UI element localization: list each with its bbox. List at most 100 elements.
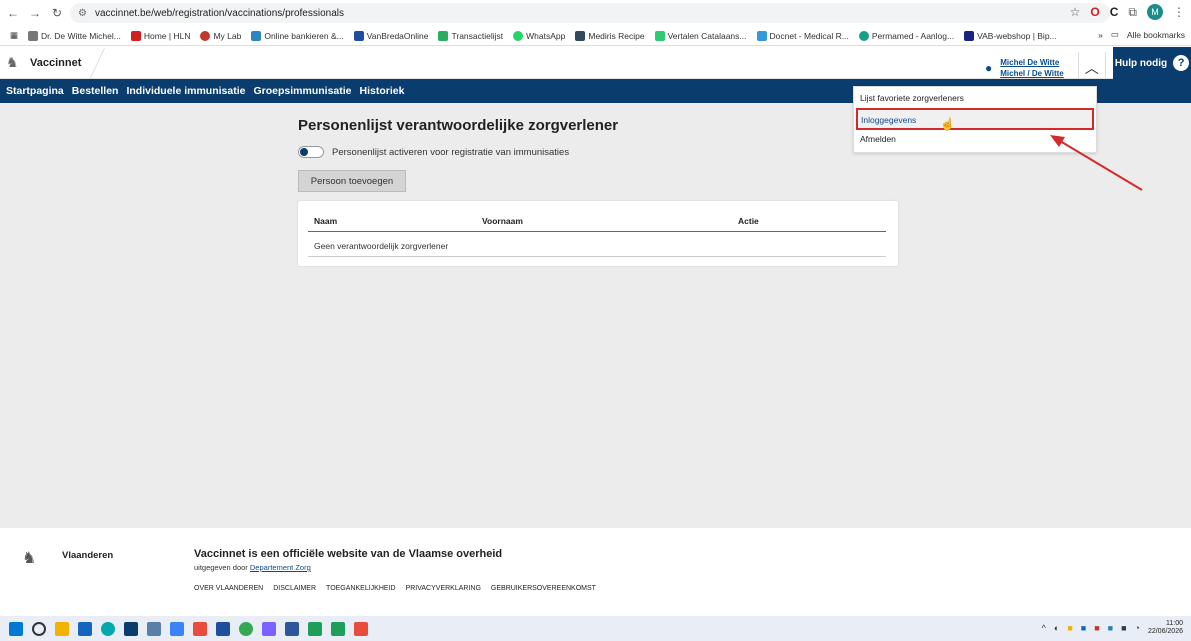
footer-subtitle: uitgegeven door Departement Zorg [194, 563, 311, 572]
footer-link[interactable]: TOEGANKELIJKHEID [326, 585, 396, 592]
app-icon[interactable] [285, 621, 299, 636]
bookmark-item[interactable]: Dr. De Witte Michel... [28, 30, 121, 41]
bookmark-item[interactable]: Docnet - Medical R... [756, 30, 849, 41]
chevron-up-icon[interactable]: ^ [1042, 623, 1046, 633]
activate-list-toggle[interactable] [298, 146, 324, 158]
bookmarks-bar: ▦ Dr. De Witte Michel... Home | HLN My L… [0, 26, 1191, 46]
forward-icon[interactable]: → [26, 6, 44, 20]
clock[interactable]: 11:00 22/06/2026 [1148, 620, 1183, 636]
tray-icon[interactable]: ■ [1094, 623, 1099, 633]
app-icon[interactable] [193, 621, 207, 636]
footer-region: Vlaanderen [62, 550, 114, 561]
header-divider [90, 47, 106, 78]
bookmark-item[interactable]: My Lab [200, 30, 241, 41]
bookmark-item[interactable]: Transactielijst [438, 30, 503, 41]
tray-icon[interactable]: ◐ [1054, 623, 1059, 633]
star-icon[interactable]: ☆ [1070, 5, 1081, 19]
site-header: ♞ Vaccinnet ● Michel De Witte Michel / D… [0, 47, 1191, 84]
app-icon[interactable] [78, 621, 92, 636]
table-row-divider [308, 256, 886, 257]
tray-icon[interactable]: ■ [1081, 623, 1086, 633]
apps-icon[interactable]: ▦ [10, 30, 18, 41]
user-role[interactable]: Michel / De Witte [1000, 68, 1064, 79]
help-button[interactable]: Hulp nodig ? [1113, 47, 1191, 79]
c-extension-icon[interactable]: C [1110, 5, 1119, 19]
menu-item-afmelden[interactable]: Afmelden [860, 134, 896, 144]
column-header-actie: Actie [738, 216, 759, 226]
footer-links: OVER VLAANDEREN DISCLAIMER TOEGANKELIJKH… [194, 585, 596, 592]
menu-item-inloggegevens-label: Inloggegevens [861, 115, 917, 125]
windows-start-icon[interactable] [9, 621, 23, 636]
flemish-lion-footer-icon: ♞ [22, 550, 37, 567]
menu-icon[interactable]: ⋮ [1173, 5, 1185, 19]
departement-zorg-link[interactable]: Departement Zorg [250, 563, 311, 572]
flemish-lion-icon[interactable]: ♞ [6, 54, 20, 72]
reload-icon[interactable]: ↻ [48, 6, 66, 20]
app-icon[interactable] [331, 621, 345, 636]
wifi-icon[interactable]: ◔ [1135, 623, 1140, 633]
tray-icon[interactable]: ■ [1067, 623, 1072, 633]
tray-icon[interactable]: ■ [1121, 623, 1126, 633]
toggle-label: Personenlijst activeren voor registratie… [332, 146, 570, 158]
bookmark-item[interactable]: Vertalen Catalaans... [654, 30, 747, 41]
footer-title: Vaccinnet is een officiële website van d… [194, 548, 503, 560]
app-icon[interactable] [170, 621, 184, 636]
bookmark-item[interactable]: WhatsApp [513, 30, 565, 41]
nav-item-startpagina[interactable]: Startpagina [6, 85, 64, 97]
app-icon[interactable] [124, 621, 138, 636]
browser-toolbar: ← → ↻ ⚙ vaccinnet.be/web/registration/va… [0, 0, 1191, 26]
user-dropdown-menu: Lijst favoriete zorgverleners Inloggegev… [853, 86, 1097, 153]
app-icon[interactable] [147, 621, 161, 636]
column-header-naam: Naam [314, 216, 338, 226]
nav-item-groepsimmunisatie[interactable]: Groepsimmunisatie [253, 85, 351, 97]
user-icon: ● [985, 61, 993, 75]
app-icon[interactable] [308, 621, 322, 636]
content-area [0, 103, 1191, 528]
bookmark-item[interactable]: Mediris Recipe [575, 30, 645, 41]
hand-cursor-icon: ☝ [940, 117, 955, 131]
footer-link[interactable]: PRIVACYVERKLARING [406, 585, 481, 592]
footer-link[interactable]: OVER VLAANDEREN [194, 585, 263, 592]
site-footer: ♞ Vlaanderen Vaccinnet is een officiële … [0, 528, 1191, 616]
person-table: Naam Voornaam Actie Geen verantwoordelij… [298, 201, 898, 266]
bookmark-item[interactable]: VanBredaOnline [353, 30, 428, 41]
bookmark-item[interactable]: Permamed - Aanlog... [858, 30, 954, 41]
nav-item-bestellen[interactable]: Bestellen [72, 85, 119, 97]
bookmark-item[interactable]: Home | HLN [130, 30, 190, 41]
all-bookmarks-link[interactable]: Alle bookmarks [1127, 30, 1185, 40]
menu-item-favoriete-zorgverleners[interactable]: Lijst favoriete zorgverleners [860, 93, 964, 103]
extensions-icon[interactable]: ⧉ [1128, 5, 1137, 20]
bookmark-item[interactable]: VAB-webshop | Bip... [964, 30, 1057, 41]
nav-item-individuele-immunisatie[interactable]: Individuele immunisatie [126, 85, 245, 97]
footer-link[interactable]: GEBRUIKERSOVEREENKOMST [491, 585, 596, 592]
opera-extension-icon[interactable]: O [1090, 5, 1099, 19]
nav-item-historiek[interactable]: Historiek [360, 85, 405, 97]
menu-item-inloggegevens[interactable]: Inloggegevens [856, 108, 1094, 130]
app-icon[interactable] [216, 621, 230, 636]
url-text: vaccinnet.be/web/registration/vaccinatio… [94, 7, 344, 19]
address-bar[interactable]: ⚙ vaccinnet.be/web/registration/vaccinat… [70, 3, 1110, 23]
bookmark-item[interactable]: Online bankieren &... [251, 30, 344, 41]
clock-time: 11:00 [1166, 620, 1183, 627]
app-icon[interactable] [262, 621, 276, 636]
user-name[interactable]: Michel De Witte [1000, 57, 1064, 68]
profile-avatar[interactable]: M [1147, 4, 1163, 20]
toggle-row: Personenlijst activeren voor registratie… [298, 146, 569, 158]
back-icon[interactable]: ← [4, 6, 22, 20]
more-bookmarks-button[interactable]: » [1098, 30, 1103, 40]
page-title: Personenlijst verantwoordelijke zorgverl… [298, 117, 619, 134]
add-person-button[interactable]: Persoon toevoegen [298, 170, 406, 192]
file-explorer-icon[interactable] [55, 621, 69, 636]
tray-icon[interactable]: ■ [1108, 623, 1113, 633]
edge-icon[interactable] [101, 621, 115, 636]
app-icon[interactable] [354, 621, 368, 636]
chrome-icon[interactable] [239, 621, 253, 636]
empty-table-message: Geen verantwoordelijk zorgverlener [314, 241, 449, 251]
search-icon[interactable] [32, 621, 46, 636]
footer-link[interactable]: DISCLAIMER [273, 585, 316, 592]
site-name[interactable]: Vaccinnet [30, 57, 81, 69]
system-tray: ^ ◐ ■ ■ ■ ■ ■ ◔ 11:00 22/06/2026 [1042, 620, 1183, 636]
folder-icon: ▭ [1110, 29, 1119, 39]
help-label: Hulp nodig [1114, 57, 1168, 69]
site-info-icon[interactable]: ⚙ [78, 8, 87, 19]
